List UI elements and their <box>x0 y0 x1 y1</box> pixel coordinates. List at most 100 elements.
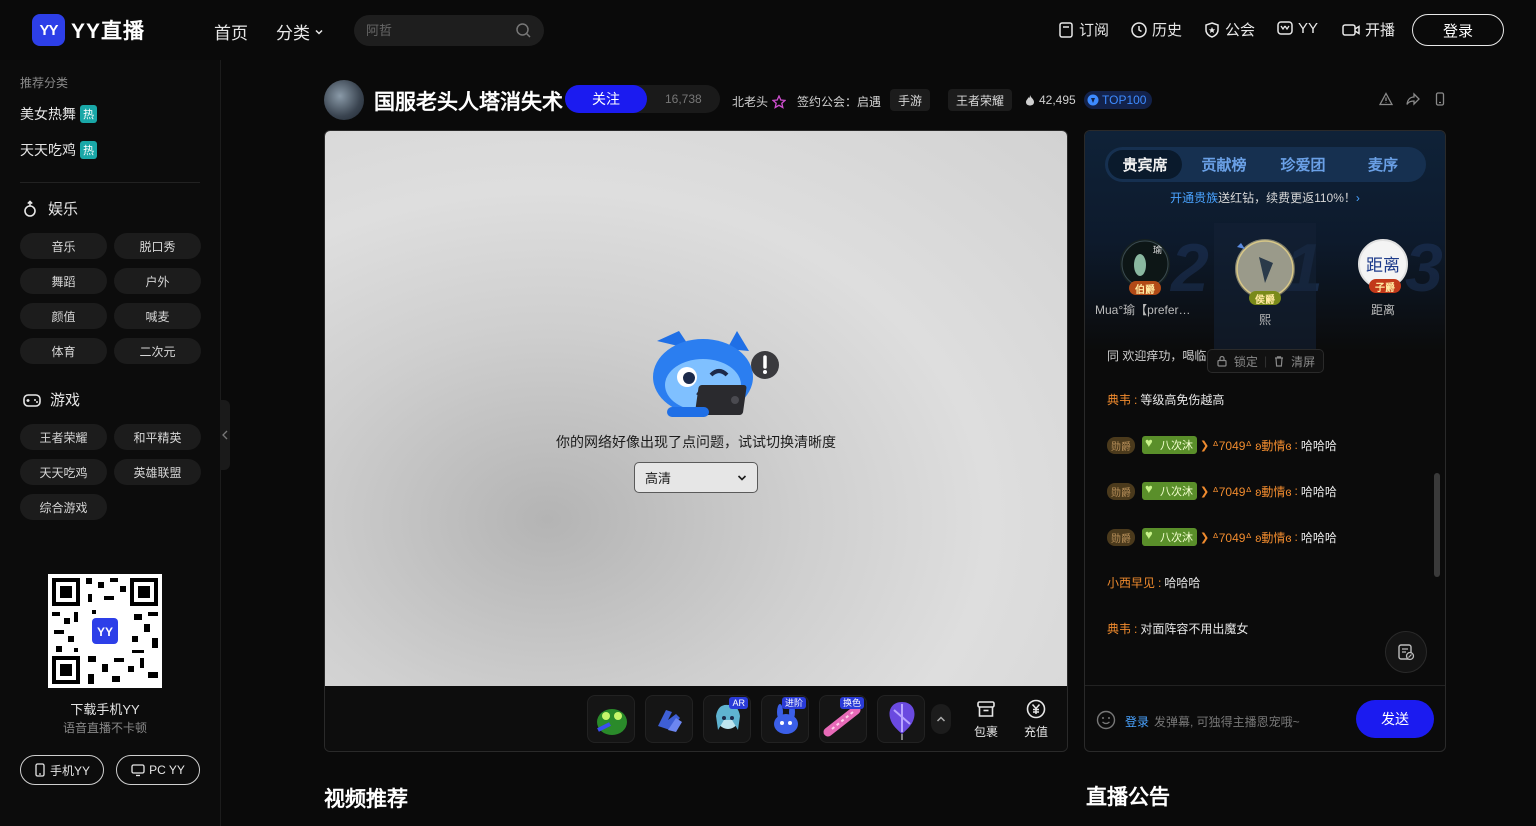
chip-category[interactable]: 舞蹈 <box>20 268 107 294</box>
download-pc-button[interactable]: PC YY <box>116 755 200 785</box>
chip-category[interactable]: 和平精英 <box>114 424 201 450</box>
live-notice-title: 直播公告 <box>1086 786 1170 809</box>
anchor-avatar[interactable] <box>324 80 364 120</box>
tag-game[interactable]: 王者荣耀 <box>948 89 1013 111</box>
yy-icon <box>1277 21 1293 35</box>
broadcast-link[interactable]: 开播 <box>1341 19 1395 40</box>
qr-pattern: YY <box>52 578 158 684</box>
download-mobile-label: 手机YY <box>49 763 90 778</box>
share-icon[interactable] <box>1406 92 1420 106</box>
chevron-down-icon <box>315 29 323 35</box>
mobile-view-icon[interactable] <box>1433 92 1447 106</box>
vip-seat[interactable]: 距离 子爵 距离 <box>1333 239 1433 318</box>
chat-input[interactable]: 发弹幕, 可独得主播恩宠哦~ <box>1154 713 1300 730</box>
logo-badge: YY <box>32 14 65 46</box>
chat-settings-button[interactable] <box>1385 631 1427 673</box>
logo[interactable]: YY YY直播 <box>32 14 145 46</box>
sidebar-item-hot-dance[interactable]: 美女热舞 热 <box>20 104 97 124</box>
panel-tabs: 贵宾席 贡献榜 珍爱团 麦序 <box>1105 147 1426 182</box>
search-icon[interactable] <box>515 22 532 39</box>
chip-category[interactable]: 综合游戏 <box>20 494 107 520</box>
chat-nick[interactable]: 小西早见 <box>1107 574 1155 591</box>
yy-link[interactable]: YY <box>1276 19 1318 37</box>
vip-name: 熙 <box>1258 313 1271 327</box>
sidebar-item-hot-pubg[interactable]: 天天吃鸡 热 <box>20 140 97 160</box>
vip-seat[interactable]: 瑜 伯爵 Mua°瑜【prefere… <box>1095 239 1195 318</box>
chat-input-bar: 登录 发弹幕, 可独得主播恩宠哦~ 发送 <box>1085 685 1445 751</box>
chat-nick[interactable]: ᐞ7049ᐞ ʚ動情ɞ <box>1212 437 1291 454</box>
sidebar: 推荐分类 美女热舞 热 天天吃鸡 热 娱乐 音乐 脱口秀 舞蹈 户外 颜值 喊麦… <box>0 60 221 826</box>
emoji-icon[interactable] <box>1096 710 1116 730</box>
download-mobile-button[interactable]: 手机YY <box>20 755 104 785</box>
gift-item[interactable] <box>877 695 925 743</box>
search-input[interactable] <box>366 23 506 38</box>
chat-text: 哈哈哈 <box>1164 576 1201 590</box>
lock-button[interactable]: 锁定 <box>1234 353 1258 370</box>
chat-nick[interactable]: 典韦 <box>1107 620 1131 637</box>
vip-seat[interactable]: 侯爵 熙 <box>1214 223 1316 351</box>
send-button[interactable]: 发送 <box>1356 700 1434 738</box>
guild-link[interactable]: 公会 <box>1203 19 1255 40</box>
quality-select[interactable]: 高清 <box>634 462 758 493</box>
chip-category[interactable]: 颜值 <box>20 303 107 329</box>
qr-subtitle: 语音直播不卡顿 <box>62 721 147 735</box>
tab-contribution[interactable]: 贡献榜 <box>1186 147 1262 182</box>
gift-expand-button[interactable] <box>931 704 951 734</box>
chat-nick[interactable]: ᐞ7049ᐞ ʚ動情ɞ <box>1212 483 1291 500</box>
vip-name: Mua°瑜【prefere… <box>1095 303 1195 317</box>
chat-text: 哈哈哈 <box>1300 484 1337 499</box>
logo-text: YY直播 <box>71 20 146 43</box>
tag-mobile-game[interactable]: 手游 <box>890 89 931 111</box>
tab-fan-club[interactable]: 珍爱团 <box>1265 147 1341 182</box>
chip-category[interactable]: 户外 <box>114 268 201 294</box>
guild-info[interactable]: 签约公会：启遇 <box>797 93 881 110</box>
noble-text: 送红钻，续费更返110%！ <box>1218 191 1356 205</box>
chat-message: 勋爵 八次沐 ❯ ᐞ7049ᐞ ʚ動情ɞ: 哈哈哈 <box>1107 435 1337 454</box>
chip-category[interactable]: 音乐 <box>20 233 107 259</box>
chip-category[interactable]: 英雄联盟 <box>114 459 201 485</box>
anchor-name-label: 北老头 <box>732 95 769 109</box>
subscribe-link[interactable]: 订阅 <box>1057 19 1109 40</box>
chip-category[interactable]: 王者荣耀 <box>20 424 107 450</box>
chat-nick[interactable]: 典韦 <box>1107 391 1131 408</box>
report-icon[interactable] <box>1379 92 1393 106</box>
fan-badge: 八次沐 <box>1142 481 1197 500</box>
gift-item[interactable]: AR <box>703 695 751 743</box>
chat-nick[interactable]: ᐞ7049ᐞ ʚ動情ɞ <box>1212 529 1291 546</box>
chip-category[interactable]: 脱口秀 <box>114 233 201 259</box>
anchor-name[interactable]: 北老头 <box>732 93 787 110</box>
chip-category[interactable]: 天天吃鸡 <box>20 459 107 485</box>
nav-category[interactable]: 分类 <box>276 19 324 44</box>
gift-item[interactable]: 换色 <box>819 695 867 743</box>
level-badge: 勋爵 <box>1107 482 1135 500</box>
guild-label: 公会 <box>1225 22 1256 39</box>
video-area[interactable]: 你的网络好像出现了点问题，试试切换清晰度 高清 <box>325 131 1067 686</box>
noble-link[interactable]: 开通贵族 <box>1170 191 1218 205</box>
chat-scrollbar[interactable] <box>1434 473 1440 577</box>
recharge-button[interactable]: 充值 <box>1016 698 1056 740</box>
section-games: 游戏 <box>22 389 80 410</box>
rank-badge[interactable]: TOP100 <box>1084 91 1153 109</box>
level-badge: 勋爵 <box>1107 436 1135 454</box>
sidebar-collapse-handle[interactable] <box>220 400 230 470</box>
bag-button[interactable]: 包裹 <box>966 698 1006 740</box>
chip-category[interactable]: 体育 <box>20 338 107 364</box>
history-link[interactable]: 历史 <box>1130 19 1182 40</box>
chat-list: 同 欢迎痒功，喝临 典韦: 等级高免伤越高 勋爵 八次沐 ❯ ᐞ7049ᐞ ʚ動… <box>1085 349 1445 683</box>
login-button[interactable]: 登录 <box>1412 14 1504 46</box>
noble-badge: 伯爵 <box>1129 281 1161 296</box>
chat-text: 哈哈哈 <box>1300 438 1337 453</box>
rank-icon <box>1087 94 1099 106</box>
nav-home[interactable]: 首页 <box>214 19 248 44</box>
tab-vip-seats[interactable]: 贵宾席 <box>1108 150 1182 179</box>
clear-button[interactable]: 清屏 <box>1291 353 1315 370</box>
gift-item[interactable]: 进阶 <box>761 695 809 743</box>
gift-item[interactable] <box>645 695 693 743</box>
chip-category[interactable]: 喊麦 <box>114 303 201 329</box>
follow-button[interactable]: 关注 <box>565 85 647 113</box>
chat-login-link[interactable]: 登录 <box>1125 713 1149 730</box>
tab-mic-queue[interactable]: 麦序 <box>1345 147 1421 182</box>
chip-category[interactable]: 二次元 <box>114 338 201 364</box>
gift-item[interactable] <box>587 695 635 743</box>
gamepad-icon <box>23 393 41 407</box>
